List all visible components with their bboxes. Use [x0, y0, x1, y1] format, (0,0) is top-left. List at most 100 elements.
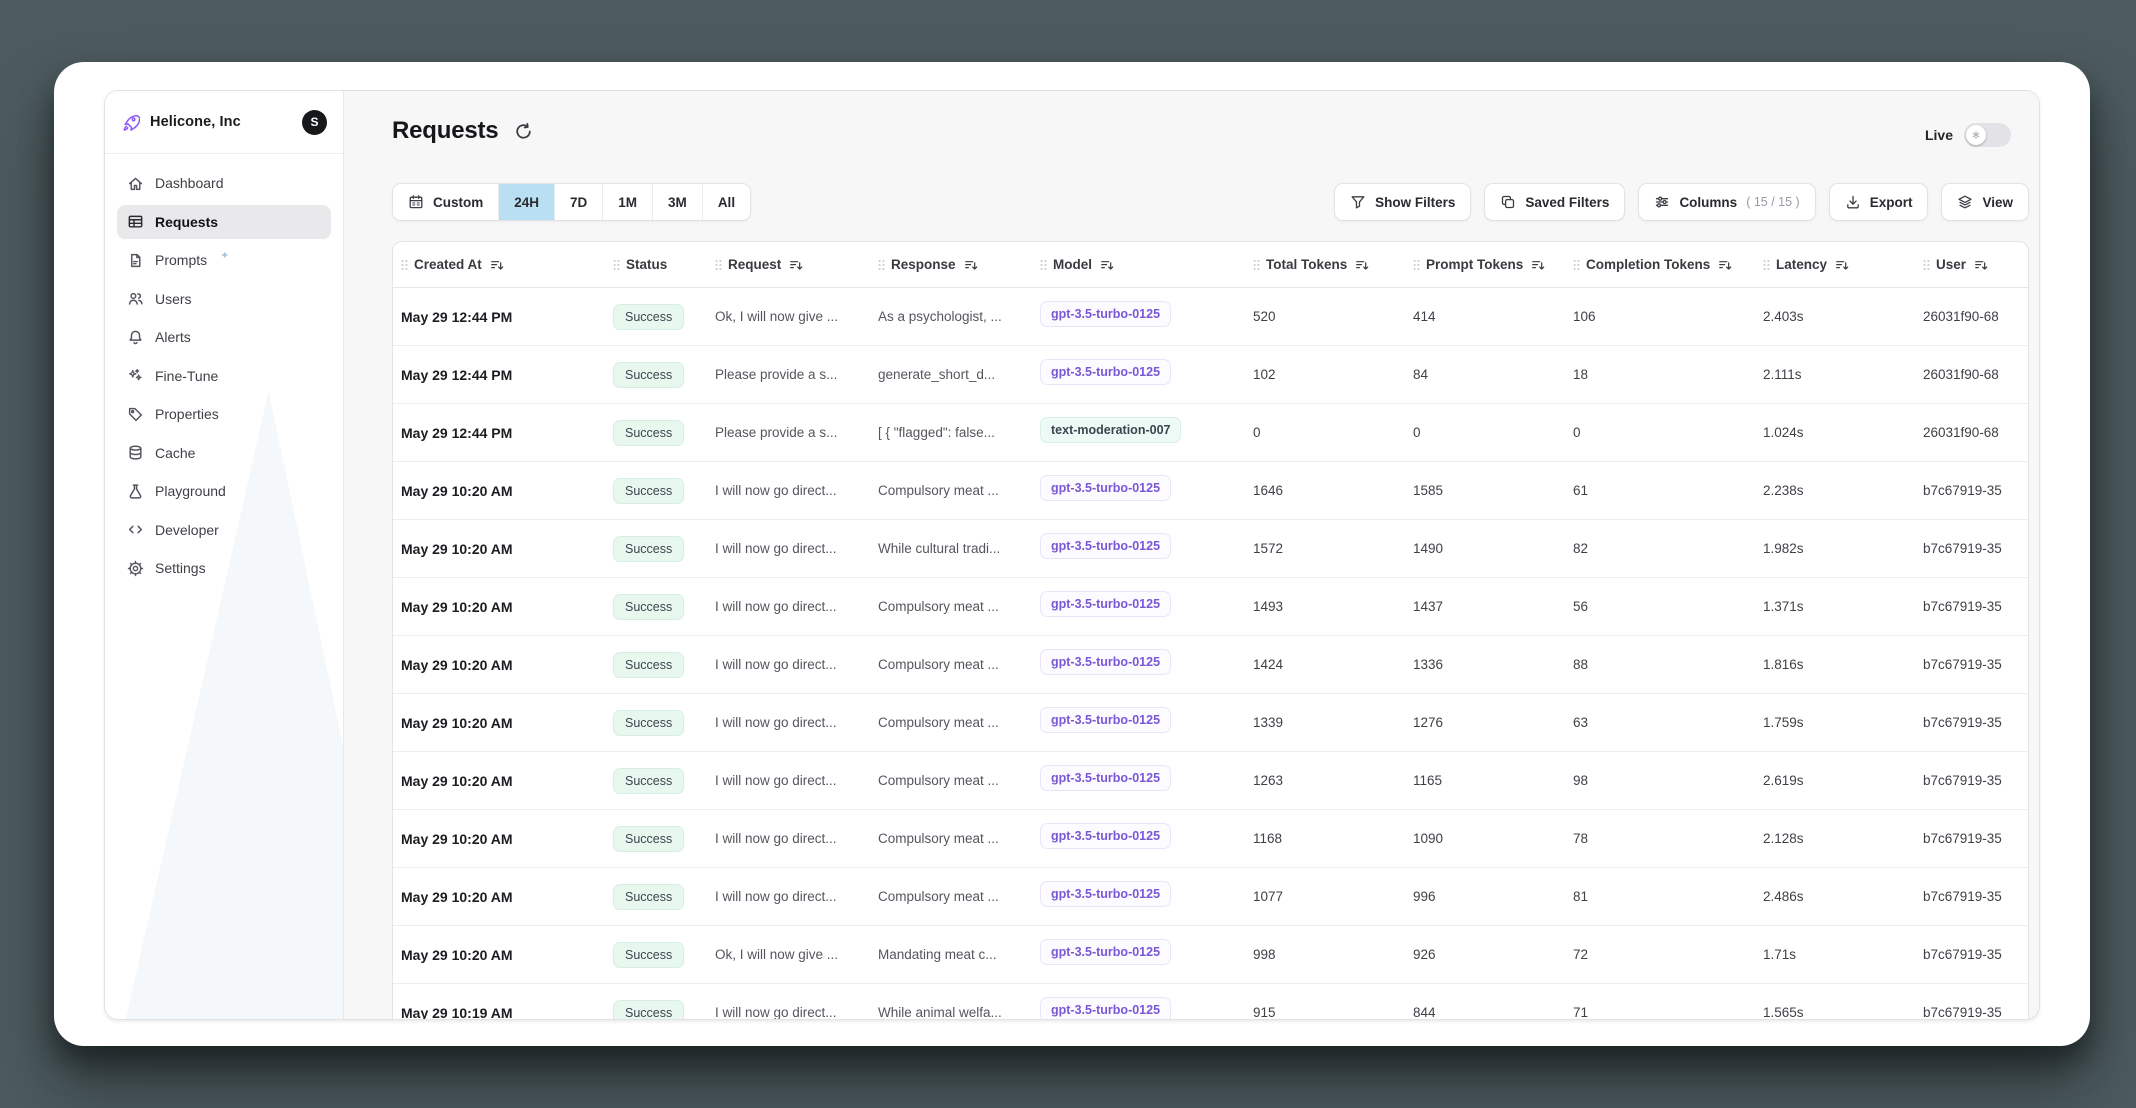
table-row[interactable]: May 29 10:20 AM Success I will now go di…	[393, 578, 2028, 636]
live-toggle[interactable]	[1964, 123, 2011, 147]
drag-handle-icon[interactable]	[401, 259, 408, 271]
drag-handle-icon[interactable]	[878, 259, 885, 271]
cell-user: b7c67919-35	[1915, 773, 2028, 788]
sidebar-item-dashboard[interactable]: Dashboard	[117, 166, 331, 200]
sort-icon[interactable]	[1100, 258, 1114, 272]
export-button[interactable]: Export	[1829, 183, 1929, 221]
table-row[interactable]: May 29 12:44 PM Success Please provide a…	[393, 346, 2028, 404]
cell-completion-tokens: 106	[1565, 309, 1755, 324]
sort-icon[interactable]	[1531, 258, 1545, 272]
cell-total-tokens: 1263	[1245, 773, 1405, 788]
cell-request: I will now go direct...	[707, 540, 870, 558]
sort-icon[interactable]	[1718, 258, 1732, 272]
toggle-knob-icon	[1966, 125, 1986, 145]
col-header-prompt-tokens[interactable]: Prompt Tokens	[1405, 257, 1565, 272]
table-row[interactable]: May 29 12:44 PM Success Ok, I will now g…	[393, 288, 2028, 346]
drag-handle-icon[interactable]	[715, 259, 722, 271]
cell-total-tokens: 1646	[1245, 483, 1405, 498]
sort-icon[interactable]	[789, 258, 803, 272]
cell-prompt-tokens: 1336	[1405, 657, 1565, 672]
drag-handle-icon[interactable]	[1763, 259, 1770, 271]
cell-latency: 2.619s	[1755, 773, 1915, 788]
sparkles-icon	[127, 367, 144, 384]
sort-icon[interactable]	[1835, 258, 1849, 272]
cell-model: text-moderation-007	[1032, 417, 1245, 448]
sidebar-item-requests[interactable]: Requests	[117, 205, 331, 239]
sidebar-item-users[interactable]: Users	[117, 282, 331, 316]
table-row[interactable]: May 29 10:20 AM Success I will now go di…	[393, 752, 2028, 810]
col-header-completion-tokens[interactable]: Completion Tokens	[1565, 257, 1755, 272]
time-range-24h[interactable]: 24H	[499, 184, 555, 220]
model-badge: gpt-3.5-turbo-0125	[1040, 533, 1171, 559]
org-switcher[interactable]: Helicone, Inc S	[105, 91, 343, 154]
cell-model: gpt-3.5-turbo-0125	[1032, 997, 1245, 1020]
sort-icon[interactable]	[490, 258, 504, 272]
sidebar-item-cache[interactable]: Cache	[117, 436, 331, 470]
requests-table: Created At Status Request	[392, 241, 2029, 1020]
time-range-custom[interactable]: Custom	[393, 184, 499, 220]
time-range-selector: Custom 24H 7D 1M 3M All	[392, 183, 751, 221]
sidebar-item-alerts[interactable]: Alerts	[117, 320, 331, 354]
table-row[interactable]: May 29 10:20 AM Success I will now go di…	[393, 520, 2028, 578]
status-badge: Success	[613, 652, 684, 678]
time-range-7d[interactable]: 7D	[555, 184, 603, 220]
sort-icon[interactable]	[1355, 258, 1369, 272]
col-header-total-tokens[interactable]: Total Tokens	[1245, 257, 1405, 272]
columns-button[interactable]: Columns ( 15 / 15 )	[1638, 183, 1815, 221]
col-header-status[interactable]: Status	[605, 257, 707, 272]
cell-user: b7c67919-35	[1915, 483, 2028, 498]
time-range-1m[interactable]: 1M	[603, 184, 653, 220]
table-body: May 29 12:44 PM Success Ok, I will now g…	[393, 288, 2028, 1020]
status-badge: Success	[613, 304, 684, 330]
cell-request: I will now go direct...	[707, 598, 870, 616]
table-row[interactable]: May 29 10:20 AM Success Ok, I will now g…	[393, 926, 2028, 984]
model-badge: gpt-3.5-turbo-0125	[1040, 997, 1171, 1020]
table-row[interactable]: May 29 12:44 PM Success Please provide a…	[393, 404, 2028, 462]
sidebar-item-playground[interactable]: Playground	[117, 474, 331, 508]
col-header-response[interactable]: Response	[870, 257, 1032, 272]
drag-handle-icon[interactable]	[613, 259, 620, 271]
cell-response: As a psychologist, ...	[870, 308, 1032, 326]
time-range-3m[interactable]: 3M	[653, 184, 703, 220]
drag-handle-icon[interactable]	[1413, 259, 1420, 271]
table-row[interactable]: May 29 10:20 AM Success I will now go di…	[393, 636, 2028, 694]
saved-filters-button[interactable]: Saved Filters	[1484, 183, 1625, 221]
cell-latency: 1.816s	[1755, 657, 1915, 672]
cell-request: I will now go direct...	[707, 830, 870, 848]
table-row[interactable]: May 29 10:20 AM Success I will now go di…	[393, 868, 2028, 926]
cell-total-tokens: 915	[1245, 1005, 1405, 1020]
col-header-latency[interactable]: Latency	[1755, 257, 1915, 272]
sort-icon[interactable]	[964, 258, 978, 272]
avatar[interactable]: S	[302, 110, 327, 135]
cell-created-at: May 29 10:20 AM	[393, 947, 605, 963]
table-row[interactable]: May 29 10:20 AM Success I will now go di…	[393, 810, 2028, 868]
sidebar-item-developer[interactable]: Developer	[117, 513, 331, 547]
drag-handle-icon[interactable]	[1253, 259, 1260, 271]
sidebar-item-properties[interactable]: Properties	[117, 397, 331, 431]
cell-completion-tokens: 72	[1565, 947, 1755, 962]
show-filters-button[interactable]: Show Filters	[1334, 183, 1471, 221]
col-header-model[interactable]: Model	[1032, 257, 1245, 272]
cell-request: I will now go direct...	[707, 714, 870, 732]
col-header-created-at[interactable]: Created At	[393, 257, 605, 272]
view-button[interactable]: View	[1941, 183, 2029, 221]
sidebar-item-settings[interactable]: Settings	[117, 551, 331, 585]
drag-handle-icon[interactable]	[1923, 259, 1930, 271]
time-range-all[interactable]: All	[703, 184, 750, 220]
drag-handle-icon[interactable]	[1040, 259, 1047, 271]
refresh-button[interactable]	[514, 122, 533, 141]
table-row[interactable]: May 29 10:19 AM Success I will now go di…	[393, 984, 2028, 1020]
sidebar-item-prompts[interactable]: Prompts ✦	[117, 243, 331, 277]
cell-completion-tokens: 56	[1565, 599, 1755, 614]
col-header-request[interactable]: Request	[707, 257, 870, 272]
col-header-user[interactable]: User	[1915, 257, 2028, 272]
sort-icon[interactable]	[1974, 258, 1988, 272]
cell-model: gpt-3.5-turbo-0125	[1032, 707, 1245, 738]
gear-icon	[127, 560, 144, 577]
sidebar-item-fine-tune[interactable]: Fine-Tune	[117, 359, 331, 393]
table-row[interactable]: May 29 10:20 AM Success I will now go di…	[393, 694, 2028, 752]
cell-total-tokens: 1493	[1245, 599, 1405, 614]
table-row[interactable]: May 29 10:20 AM Success I will now go di…	[393, 462, 2028, 520]
cell-request: I will now go direct...	[707, 656, 870, 674]
drag-handle-icon[interactable]	[1573, 259, 1580, 271]
